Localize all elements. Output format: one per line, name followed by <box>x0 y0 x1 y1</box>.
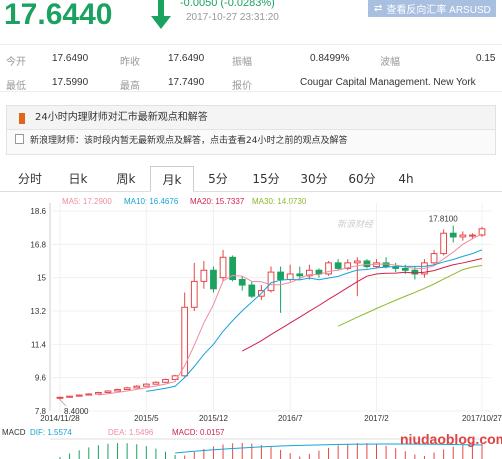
kline-chart-area[interactable]: MA5: 17.2900 MA10: 16.4676 MA20: 15.7337… <box>0 193 502 459</box>
candle-body <box>277 271 284 281</box>
y-tick-label: 11.4 <box>31 340 47 349</box>
candle-body <box>162 379 169 383</box>
candle-body <box>401 267 409 271</box>
x-tick-label: 2015/12 <box>199 414 228 423</box>
ma30-line <box>337 264 483 327</box>
stat-value-range: 0.15 <box>476 53 496 64</box>
news-title: 24小时内理财师对汇市最新观点和解答 <box>35 112 208 123</box>
chart-period-tabs: 分时 日k 周k 月k 5分 15分 30分 60分 4h <box>0 166 502 192</box>
y-tick-label: 9.6 <box>35 374 47 383</box>
candle-body <box>85 393 93 396</box>
candle-body <box>190 280 198 308</box>
tab-timeshare[interactable]: 分时 <box>8 166 52 192</box>
y-tick-label: 13.2 <box>30 307 46 316</box>
news-title-bar: 24小时内理财师对汇市最新观点和解答 <box>7 106 495 130</box>
candle-body <box>363 260 371 268</box>
min-price-pointer <box>59 399 67 407</box>
x-tick-label: 2015/5 <box>134 414 159 423</box>
macd-value-legend: MACD: 0.0157 <box>172 428 225 437</box>
y-tick-label: 15 <box>37 274 46 283</box>
stat-value-open: 17.6490 <box>52 53 89 64</box>
candle-body <box>238 279 246 286</box>
stats-row: 最低 17.5990 最高 17.7490 报价 Cougar Capital … <box>0 71 502 95</box>
stat-label-low: 最低 <box>6 81 26 92</box>
candle-body <box>353 260 361 264</box>
candle-body <box>440 232 448 255</box>
stat-label-prev-close: 昨收 <box>120 57 140 68</box>
candle-body <box>459 234 467 238</box>
candle-body <box>200 269 208 282</box>
down-arrow-icon <box>151 0 171 29</box>
current-price: 17.6440 <box>4 0 113 31</box>
candle-body <box>123 387 131 391</box>
kline-chart[interactable]: 18.616.81513.211.49.67.82014/11/28 2015/5… <box>0 193 502 459</box>
candle-body <box>315 269 323 275</box>
candle-body <box>449 232 457 238</box>
max-price-label: 17.8100 <box>429 215 458 224</box>
x-tick-label: 2016/7 <box>278 414 303 423</box>
analyst-news-box: 24小时内理财师对汇市最新观点和解答 新浪理财师：该时段内暂无最新观点及解答，点… <box>6 105 496 155</box>
candle-body <box>75 394 83 397</box>
macd-dea-legend: DEA: 1.5496 <box>108 428 154 437</box>
stats-row: 今开 17.6490 昨收 17.6490 振幅 0.8499% 波幅 0.15 <box>0 47 502 71</box>
candle-body <box>382 262 390 268</box>
candle-body <box>152 381 160 385</box>
candle-body <box>430 253 438 264</box>
stat-value-low: 17.5990 <box>52 77 89 88</box>
candle-body <box>133 385 141 389</box>
candle-body <box>114 389 121 392</box>
news-item[interactable]: 新浪理财师：该时段内暂无最新观点及解答，点击查看24小时之前的观点及解答 <box>15 134 347 148</box>
candle-body <box>469 234 476 237</box>
candle-body <box>94 391 102 395</box>
tab-weekly-k[interactable]: 周k <box>104 166 148 192</box>
candle-body <box>210 269 217 290</box>
y-tick-label: 18.6 <box>30 207 46 216</box>
stat-label-high: 最高 <box>120 81 140 92</box>
candle-body <box>56 396 64 399</box>
news-link[interactable]: 新浪理财师：该时段内暂无最新观点及解答，点击查看24小时之前的观点及解答 <box>30 136 347 146</box>
stat-label-amplitude: 振幅 <box>232 57 252 68</box>
reverse-rate-button[interactable]: ⇄ 查看反向汇率 ARSUSD <box>368 0 496 17</box>
tab-5min[interactable]: 5分 <box>198 166 238 192</box>
candle-body <box>267 271 275 292</box>
stat-label-open: 今开 <box>6 57 26 68</box>
tab-30min[interactable]: 30分 <box>292 166 336 192</box>
tab-4h[interactable]: 4h <box>386 166 426 192</box>
pin-icon <box>19 113 25 124</box>
stat-label-quote-source: 报价 <box>232 81 252 92</box>
quote-timestamp: 2017-10-27 23:31:20 <box>186 12 279 23</box>
candle-body <box>66 395 73 398</box>
stat-value-quote-source: Cougar Capital Management. New York <box>300 77 476 88</box>
candle-body <box>248 284 256 297</box>
x-tick-label: 2017/2 <box>364 414 389 423</box>
document-icon <box>15 134 24 144</box>
stat-value-amplitude: 0.8499% <box>310 53 350 64</box>
tab-daily-k[interactable]: 日k <box>56 166 100 192</box>
quote-stats: 今开 17.6490 昨收 17.6490 振幅 0.8499% 波幅 0.15… <box>0 44 502 92</box>
x-tick-label: 2017/10/27 <box>462 414 502 423</box>
candle-body <box>104 390 112 393</box>
stat-value-prev-close: 17.6490 <box>168 53 205 64</box>
stat-label-range: 波幅 <box>380 57 400 68</box>
macd-dif-legend: DIF: 1.5574 <box>30 428 72 437</box>
swap-icon: ⇄ <box>374 2 383 14</box>
candle-body <box>142 383 150 387</box>
macd-legend-title: MACD <box>2 428 26 437</box>
min-price-label: 8.4000 <box>64 407 89 416</box>
tab-60min[interactable]: 60分 <box>340 166 384 192</box>
candle-body <box>334 262 342 269</box>
candle-body <box>219 256 227 279</box>
stat-value-high: 17.7490 <box>168 77 205 88</box>
candle-body <box>286 273 294 281</box>
y-tick-label: 16.8 <box>30 240 46 249</box>
price-change: -0.0050 (-0.0283%) <box>180 0 275 9</box>
tab-monthly-k[interactable]: 月k <box>150 166 194 192</box>
quote-header: 17.6440 -0.0050 (-0.0283%) 2017-10-27 23… <box>0 0 502 40</box>
reverse-rate-label: 查看反向汇率 ARSUSD <box>386 4 491 16</box>
site-watermark: niudaoblog.com <box>400 431 502 447</box>
tab-15min[interactable]: 15分 <box>244 166 288 192</box>
candle-body <box>296 273 304 277</box>
